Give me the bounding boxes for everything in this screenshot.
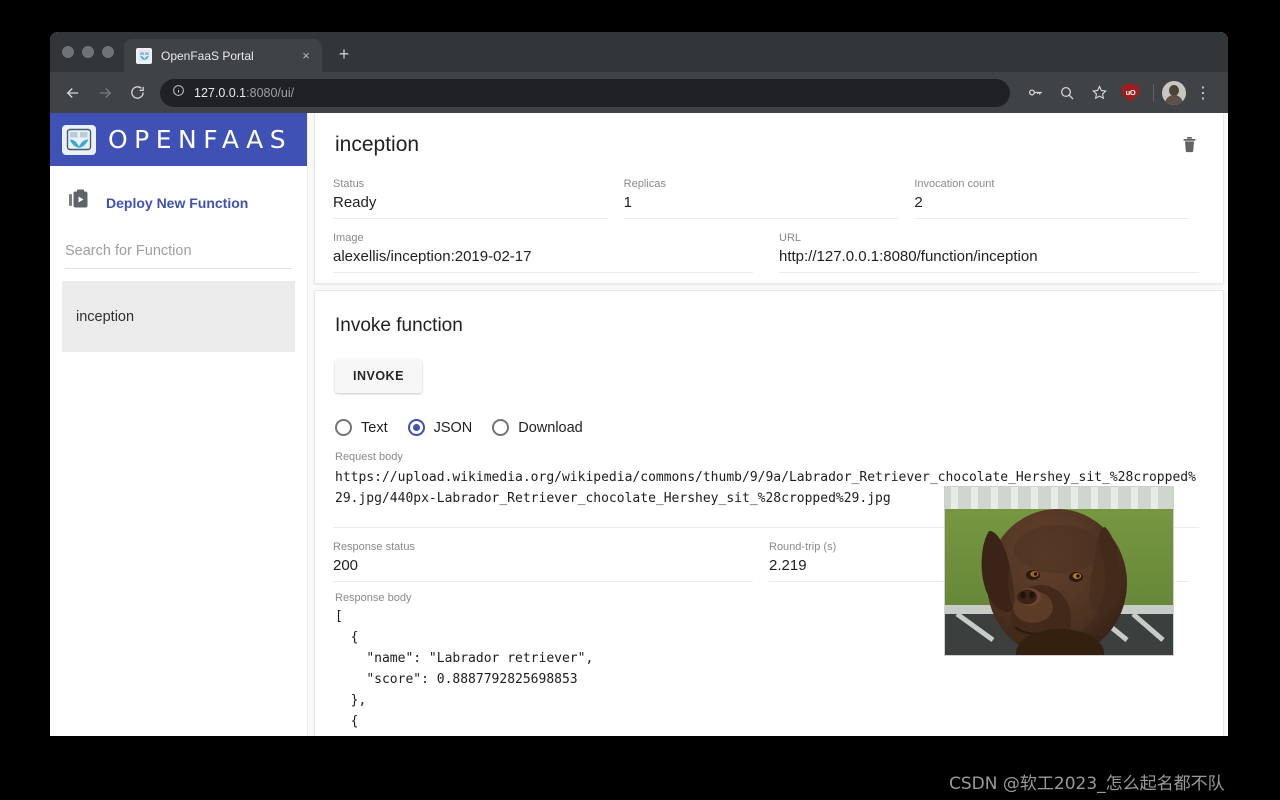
deploy-new-function-button[interactable]: Deploy New Function [50, 166, 307, 237]
address-bar-url: 127.0.0.1:8080/ui/ [194, 85, 295, 100]
close-tab-button[interactable]: × [298, 48, 314, 64]
reload-icon[interactable] [122, 78, 152, 108]
field-image: Image alexellis/inception:2019-02-17 [333, 231, 769, 273]
site-info-icon[interactable] [172, 84, 185, 102]
star-icon[interactable] [1084, 78, 1114, 108]
key-icon[interactable] [1020, 78, 1050, 108]
field-url: URL http://127.0.0.1:8080/function/incep… [779, 231, 1215, 273]
image-value: alexellis/inception:2019-02-17 [333, 245, 753, 273]
function-detail-header: inception [333, 129, 1205, 165]
watermark: CSDN @软工2023_怎么起名都不队 [949, 774, 1225, 794]
ublock-extension-icon[interactable]: uO [1122, 83, 1139, 102]
page-title: inception [335, 133, 420, 156]
sidebar: OPENFAAS Deploy New Function Search for … [50, 113, 308, 736]
back-icon[interactable] [58, 78, 88, 108]
function-image-url-row: Image alexellis/inception:2019-02-17 URL… [333, 231, 1205, 273]
stat-replicas: Replicas 1 [623, 177, 915, 219]
field-response-status: Response status 200 [333, 540, 769, 582]
function-detail-card: inception Status Ready Replicas 1 Invoca… [314, 113, 1224, 284]
deploy-icon [68, 188, 92, 217]
trash-icon[interactable] [1174, 129, 1205, 165]
url-value: http://127.0.0.1:8080/function/inception [779, 245, 1199, 273]
browser-menu-icon[interactable]: ⋮ [1188, 78, 1218, 108]
response-status-value: 200 [333, 554, 753, 582]
function-list-item-inception[interactable]: inception [62, 281, 295, 352]
address-bar[interactable]: 127.0.0.1:8080/ui/ [160, 78, 1010, 107]
tab-title: OpenFaaS Portal [161, 48, 254, 63]
avatar[interactable] [1162, 80, 1186, 105]
forward-icon[interactable] [90, 78, 120, 108]
toolbar-actions: uO ⋮ [1020, 78, 1218, 108]
openfaas-whale-icon [62, 124, 96, 155]
openfaas-brand: OPENFAAS [50, 113, 307, 166]
toolbar-divider [1153, 83, 1154, 102]
request-body-label: Request body [335, 451, 403, 463]
brand-title: OPENFAAS [108, 125, 293, 154]
search-field-wrapper [50, 237, 307, 269]
radio-text-icon[interactable] [335, 419, 352, 436]
radio-download-icon[interactable] [492, 419, 510, 436]
radio-option-json[interactable]: JSON [407, 419, 472, 436]
response-preview-image [944, 486, 1174, 656]
window-controls[interactable] [58, 32, 124, 72]
stat-status: Status Ready [333, 177, 624, 219]
function-list: inception [50, 269, 307, 352]
deploy-new-function-label: Deploy New Function [106, 194, 249, 211]
search-input[interactable] [65, 237, 292, 269]
copy-icon[interactable] [1225, 244, 1228, 273]
close-window-button[interactable] [62, 46, 74, 58]
browser-toolbar: 127.0.0.1:8080/ui/ uO ⋮ [50, 72, 1228, 113]
radio-option-text[interactable]: Text [335, 419, 388, 436]
response-type-radio-group: Text JSON Download [335, 419, 1205, 436]
stat-invocation-count: Invocation count 2 [914, 177, 1205, 219]
new-tab-button[interactable]: + [330, 41, 358, 69]
stat-status-value: Ready [333, 191, 608, 219]
invoke-section-title: Invoke function [335, 315, 463, 336]
minimize-window-button[interactable] [82, 46, 94, 58]
browser-tab[interactable]: OpenFaaS Portal × [124, 39, 322, 72]
invoke-button[interactable]: INVOKE [335, 359, 422, 393]
radio-option-download[interactable]: Download [492, 419, 583, 436]
radio-json-icon[interactable] [407, 419, 425, 436]
function-name: inception [76, 308, 135, 325]
search-icon[interactable] [1052, 78, 1082, 108]
function-stats-row: Status Ready Replicas 1 Invocation count… [333, 177, 1205, 219]
stat-replicas-value: 1 [623, 191, 899, 219]
stat-invocation-count-value: 2 [914, 191, 1190, 219]
maximize-window-button[interactable] [102, 46, 114, 58]
whale-tail-icon [136, 47, 152, 64]
tab-strip: OpenFaaS Portal × + [50, 32, 1228, 72]
